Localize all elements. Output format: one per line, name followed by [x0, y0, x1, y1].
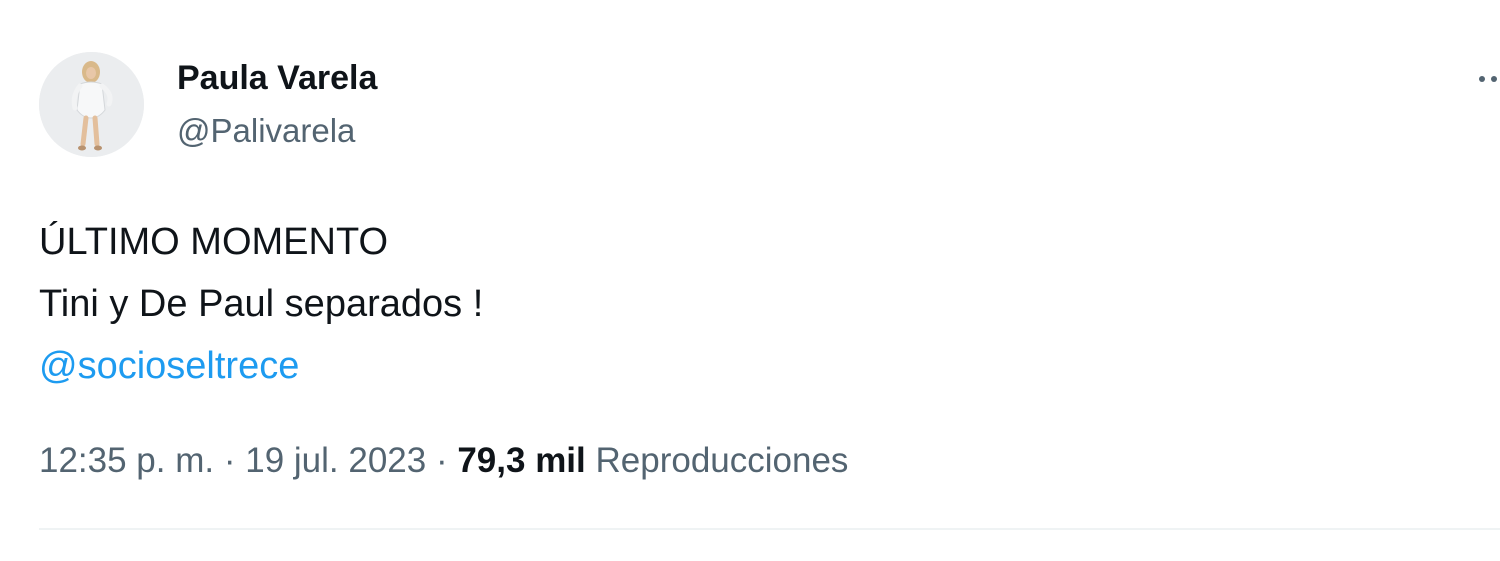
profile-photo-icon — [39, 52, 144, 157]
tweet-meta: 12:35 p. m. · 19 jul. 2023 · 79,3 mil Re… — [39, 437, 848, 485]
tweet-text: ÚLTIMO MOMENTO Tini y De Paul separados … — [39, 211, 483, 397]
author-avatar[interactable] — [39, 52, 144, 157]
author-handle[interactable]: @Palivarela — [177, 111, 355, 151]
views-count[interactable]: 79,3 mil — [457, 441, 585, 480]
meta-separator: · — [223, 441, 236, 480]
tweet-text-line: ÚLTIMO MOMENTO — [39, 221, 389, 263]
views-label[interactable]: Reproducciones — [596, 441, 849, 480]
tweet-date[interactable]: 19 jul. 2023 — [245, 441, 426, 480]
tweet: Paula Varela @Palivarela ÚLTIMO MOMENTO … — [0, 0, 1500, 561]
mention-link[interactable]: @socioseltrece — [39, 335, 483, 397]
meta-separator: · — [435, 441, 448, 480]
tweet-time[interactable]: 12:35 p. m. — [39, 441, 214, 480]
more-options-icon[interactable] — [1474, 60, 1500, 100]
divider — [39, 528, 1500, 530]
tweet-text-line: Tini y De Paul separados ! — [39, 283, 484, 325]
author-display-name[interactable]: Paula Varela — [177, 58, 377, 98]
